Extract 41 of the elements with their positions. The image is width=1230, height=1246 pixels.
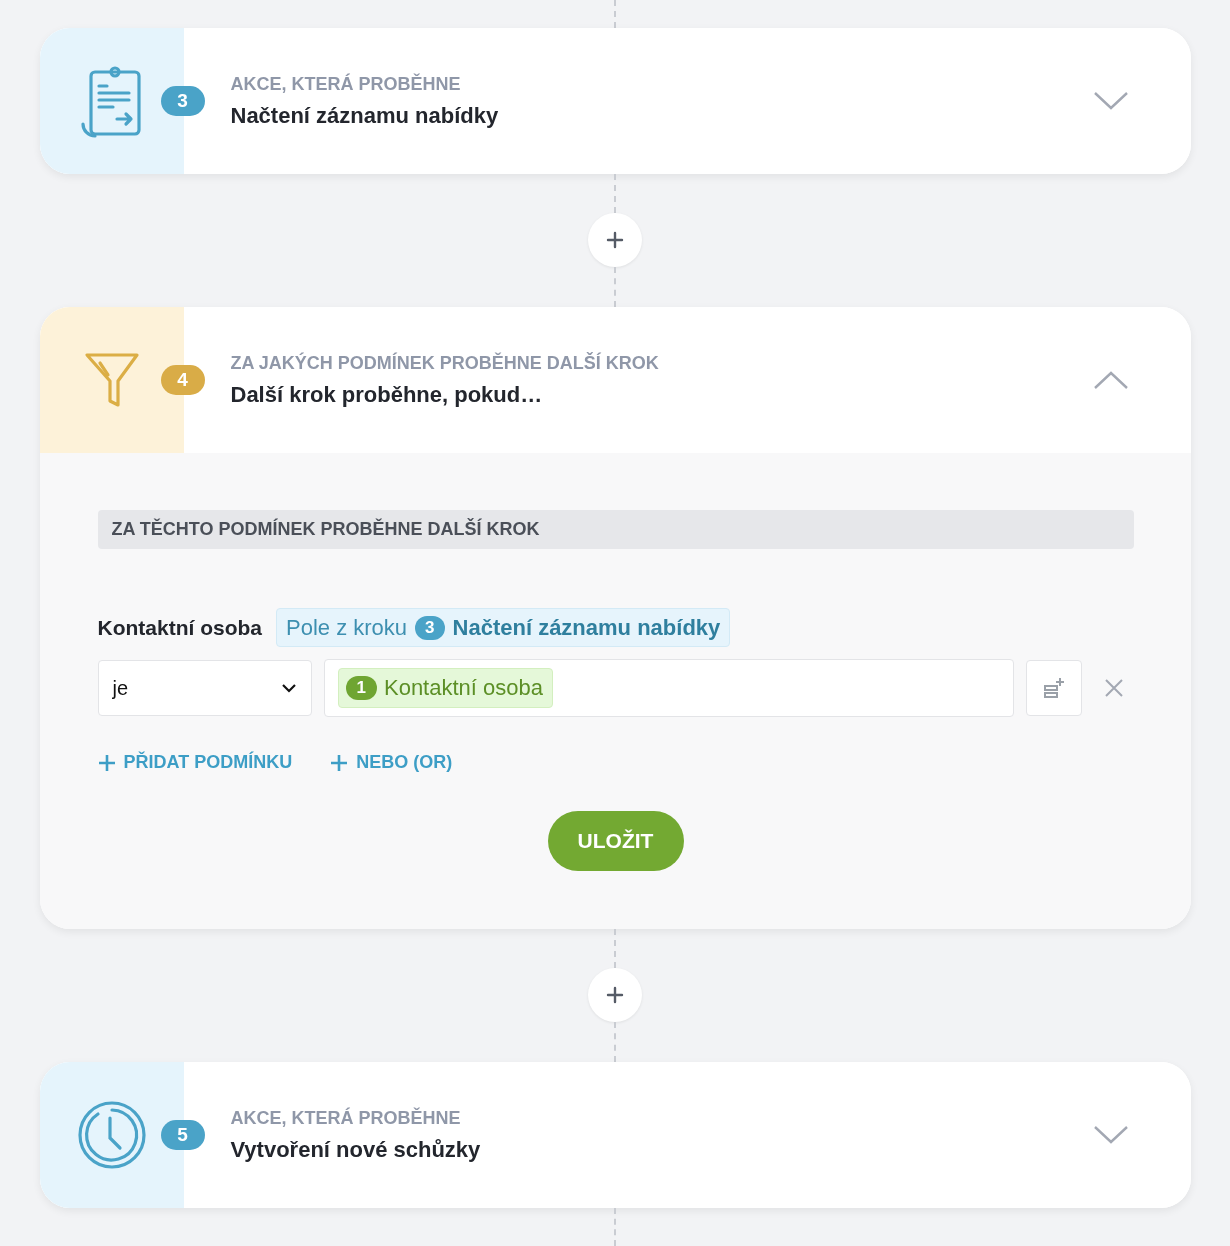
clock-icon (76, 1100, 147, 1170)
field-label: Kontaktní osoba (97, 615, 262, 640)
close-icon (1103, 678, 1124, 698)
step-number-badge: 4 (160, 365, 205, 395)
step-title: Vytvoření nové schůzky (230, 1136, 482, 1163)
step-number-badge: 3 (160, 86, 205, 116)
funnel-icon (83, 351, 140, 409)
chevron-down-icon (280, 683, 297, 693)
add-step-button[interactable] (588, 968, 642, 1022)
save-button[interactable]: ULOŽIT (547, 811, 684, 871)
chevron-up-icon (1092, 370, 1129, 390)
add-link[interactable]: PŘIDAT PODMÍNKU (97, 752, 293, 773)
clipboard-icon (80, 64, 143, 138)
section-header: ZA TĚCHTO PODMÍNEK PROBĚHNE DALŠÍ KROK (97, 510, 1134, 549)
value-field[interactable]: 1 Kontaktní osoba (323, 659, 1014, 717)
step-number-badge: 1 (345, 676, 377, 700)
plus-icon (330, 753, 349, 772)
chevron-down-icon (1092, 91, 1129, 111)
plus-icon (97, 753, 116, 772)
add-link[interactable]: NEBO (OR) (330, 752, 453, 773)
chevron-down-icon (1092, 1125, 1129, 1145)
step-type-label: ZA JAKÝCH PODMÍNEK PROBĚHNE DALŠÍ KROK (230, 352, 660, 374)
source-prefix: Pole z kroku (286, 614, 408, 641)
expand-button[interactable] (1092, 1125, 1129, 1145)
insert-field-icon (1042, 677, 1065, 699)
step-title: Další krok proběhne, pokud… (230, 381, 544, 408)
close-button[interactable] (1103, 678, 1124, 698)
plus-icon (606, 231, 624, 249)
step-number-badge: 5 (160, 1120, 205, 1150)
source-step-name: Načtení záznamu nabídky (452, 614, 721, 641)
step-number-badge: 3 (415, 615, 445, 640)
plus-icon (606, 986, 624, 1004)
step-title: Načtení záznamu nabídky (230, 102, 500, 129)
token-label: Kontaktní osoba (383, 675, 543, 701)
add-step-button[interactable] (588, 213, 642, 267)
insert-field-button[interactable] (1025, 660, 1082, 716)
step-type-label: AKCE, KTERÁ PROBĚHNE (230, 73, 462, 95)
collapse-button[interactable] (1092, 370, 1129, 390)
operator-select[interactable]: je (97, 660, 312, 716)
expand-button[interactable] (1092, 91, 1129, 111)
step-type-label: AKCE, KTERÁ PROBĚHNE (230, 1107, 462, 1129)
